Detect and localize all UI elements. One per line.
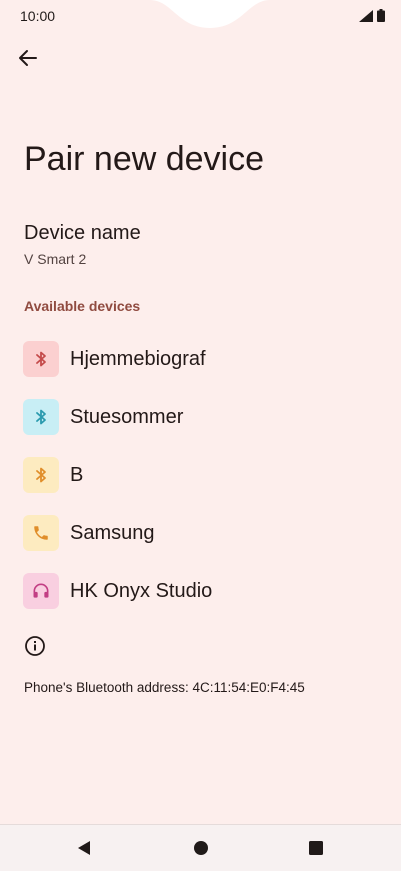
phone-icon bbox=[23, 515, 59, 551]
device-item[interactable]: B bbox=[0, 447, 401, 503]
device-item[interactable]: HK Onyx Studio bbox=[0, 563, 401, 619]
device-name: Stuesommer bbox=[70, 405, 184, 428]
status-bar: 10:00 bbox=[0, 0, 401, 32]
device-name-value: V Smart 2 bbox=[24, 251, 87, 267]
camera-notch bbox=[150, 0, 270, 28]
bluetooth-icon bbox=[23, 399, 59, 435]
status-time: 10:00 bbox=[20, 8, 56, 24]
device-item[interactable]: Stuesommer bbox=[0, 389, 401, 445]
bluetooth-icon bbox=[23, 341, 59, 377]
device-name: Hjemmebiograf bbox=[70, 347, 206, 370]
available-devices-header: Available devices bbox=[24, 298, 141, 314]
info-icon bbox=[25, 636, 45, 656]
page-title: Pair new device bbox=[24, 140, 265, 178]
nav-back-icon bbox=[78, 841, 90, 855]
device-name-setting[interactable]: Device name V Smart 2 bbox=[24, 222, 141, 267]
navigation-bar bbox=[0, 824, 401, 871]
device-name-label: Device name bbox=[24, 222, 141, 244]
nav-recents-icon bbox=[309, 841, 323, 855]
back-button[interactable] bbox=[14, 44, 42, 72]
bluetooth-address: Phone's Bluetooth address: 4C:11:54:E0:F… bbox=[24, 680, 305, 695]
signal-icon bbox=[359, 9, 373, 22]
nav-home-button[interactable] bbox=[190, 837, 212, 859]
battery-icon bbox=[377, 9, 385, 22]
headphones-icon bbox=[23, 573, 59, 609]
device-item[interactable]: Samsung bbox=[0, 505, 401, 561]
nav-back-button[interactable] bbox=[73, 837, 95, 859]
device-name: Samsung bbox=[70, 521, 155, 544]
nav-recents-button[interactable] bbox=[305, 837, 327, 859]
device-item[interactable]: Hjemmebiograf bbox=[0, 331, 401, 387]
bluetooth-icon bbox=[23, 457, 59, 493]
system-icons bbox=[359, 9, 385, 22]
arrow-back-icon bbox=[19, 50, 37, 66]
device-name: HK Onyx Studio bbox=[70, 579, 213, 602]
device-name: B bbox=[70, 463, 84, 486]
nav-home-icon bbox=[194, 841, 208, 855]
